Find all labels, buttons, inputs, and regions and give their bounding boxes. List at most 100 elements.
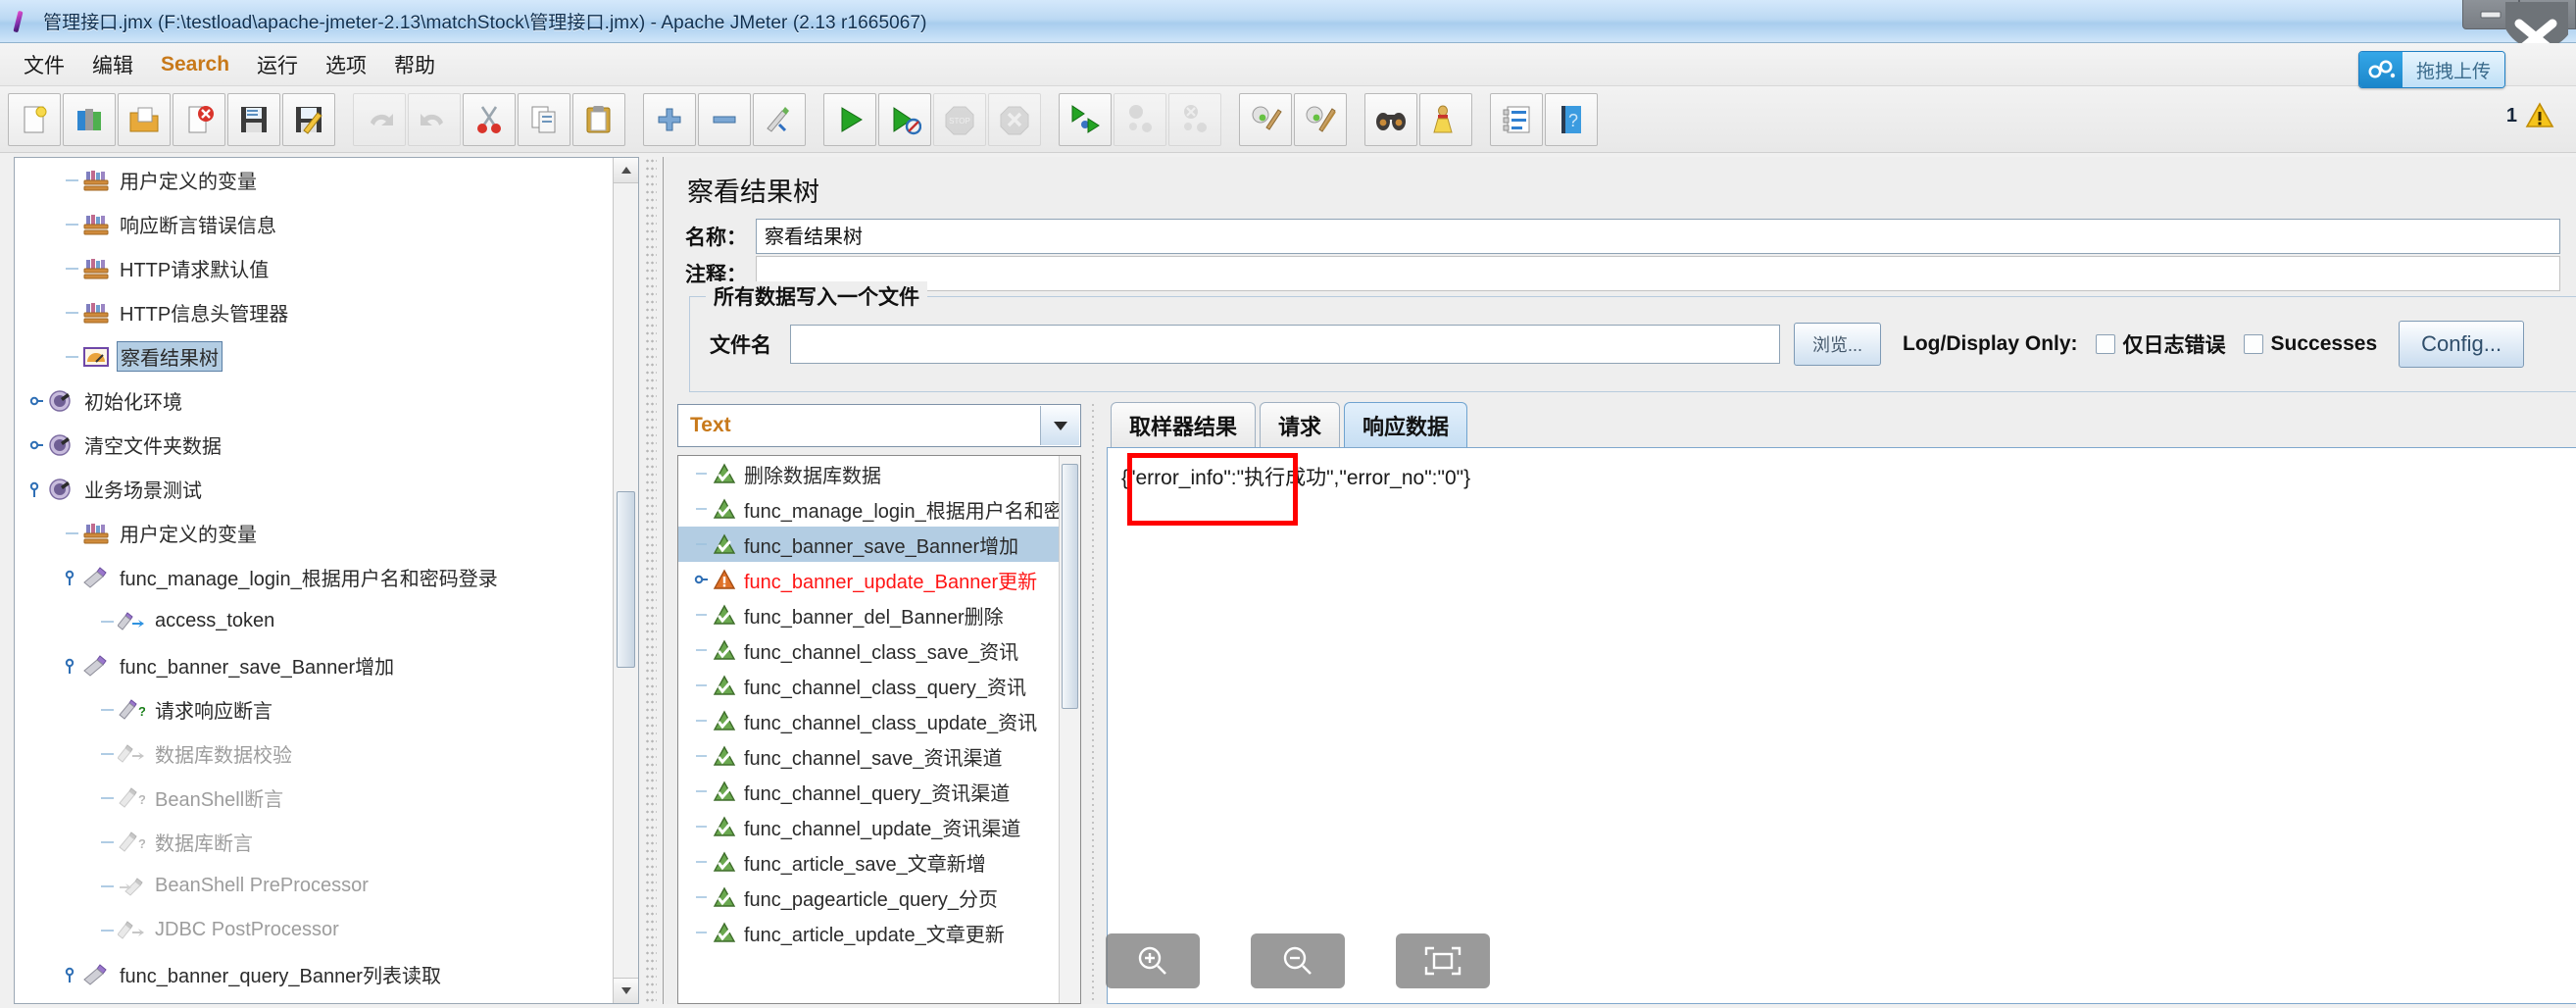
tree-node[interactable]: 业务场景测试	[15, 467, 613, 511]
chevron-down-icon[interactable]	[1040, 406, 1079, 445]
result-list-item[interactable]: func_pagearticle_query_分页	[678, 880, 1080, 915]
tree-node[interactable]: func_banner_query_Banner列表读取	[15, 952, 613, 996]
start-button[interactable]	[823, 92, 876, 146]
results-list[interactable]: 删除数据库数据 func_manage_login_根据用户名和密码登录 func_…	[677, 455, 1081, 1004]
filename-input[interactable]	[790, 325, 1780, 364]
tree-node[interactable]: 用户定义的变量	[15, 511, 613, 555]
search-button[interactable]	[1364, 92, 1417, 146]
tab-sampler-result[interactable]: 取样器结果	[1111, 402, 1257, 447]
help-button[interactable]: ?	[1545, 92, 1598, 146]
test-plan-tree[interactable]: 用户定义的变量 响应断言错误信息 HTTP请求默认值 HTTP信息头管理器 察看结果树初…	[15, 158, 613, 1003]
successes-checkbox-wrap[interactable]: Successes	[2243, 332, 2377, 356]
start-remote-all-button[interactable]	[1059, 92, 1112, 146]
result-list-item[interactable]: func_banner_save_Banner增加	[678, 527, 1080, 562]
menu-file[interactable]: 文件	[10, 47, 78, 82]
new-test-plan-button[interactable]	[8, 92, 61, 146]
result-list-item[interactable]: func_channel_save_资讯渠道	[678, 738, 1080, 774]
paste-button[interactable]	[572, 92, 625, 146]
tree-scroll-up-arrow[interactable]	[614, 158, 638, 183]
menu-edit[interactable]: 编辑	[78, 47, 147, 82]
results-vertical-scrollbar[interactable]	[1059, 456, 1080, 1003]
fit-screen-button[interactable]	[1396, 933, 1490, 988]
result-list-item[interactable]: func_banner_update_Banner更新	[678, 562, 1080, 597]
close-document-button[interactable]	[173, 92, 225, 146]
tree-scroll-down-arrow[interactable]	[614, 978, 638, 1003]
tree-scroll-thumb[interactable]	[617, 491, 635, 668]
tree-node[interactable]: HTTP请求默认值	[15, 246, 613, 290]
collapse-all-button[interactable]	[698, 92, 751, 146]
tree-node[interactable]: func_banner_save_Banner增加	[15, 643, 613, 687]
tree-vertical-scrollbar[interactable]	[613, 158, 638, 1003]
result-list-item[interactable]: func_channel_update_资讯渠道	[678, 809, 1080, 844]
config-button[interactable]: Config...	[2399, 321, 2525, 368]
tree-node[interactable]: 察看结果树	[15, 334, 613, 378]
response-data-body[interactable]: {"error_info":"执行成功","error_no":"0"}	[1107, 447, 2576, 1004]
templates-button[interactable]	[63, 92, 116, 146]
drag-upload-badge[interactable]: 拖拽上传	[2357, 51, 2505, 88]
tree-node[interactable]: BeanShell PreProcessor	[15, 864, 613, 908]
zoom-out-button[interactable]	[1251, 933, 1345, 988]
expand-all-button[interactable]	[643, 92, 696, 146]
tree-node[interactable]: ? 数据库断言	[15, 820, 613, 864]
tree-toggle-icon[interactable]	[28, 481, 46, 497]
results-detail-splitter[interactable]	[1087, 404, 1099, 1004]
tree-node[interactable]: ? 请求响应断言	[15, 687, 613, 731]
menu-options[interactable]: 选项	[312, 47, 380, 82]
minimize-button[interactable]	[2462, 0, 2519, 29]
browse-button[interactable]: 浏览...	[1794, 323, 1882, 366]
undo-button[interactable]	[353, 92, 406, 146]
errors-checkbox[interactable]	[2095, 334, 2115, 354]
tree-toggle-icon[interactable]	[64, 570, 81, 585]
clear-all-button[interactable]	[1294, 92, 1347, 146]
successes-checkbox[interactable]	[2243, 334, 2263, 354]
shutdown-remote-all-button[interactable]	[1168, 92, 1221, 146]
tree-node[interactable]: 数据库数据校验	[15, 731, 613, 776]
copy-button[interactable]	[518, 92, 570, 146]
name-input[interactable]: 察看结果树	[756, 219, 2560, 254]
tree-node[interactable]: 初始化环境	[15, 378, 613, 423]
menu-search[interactable]: Search	[147, 50, 243, 79]
open-button[interactable]	[118, 92, 171, 146]
toggle-button[interactable]	[753, 92, 806, 146]
tab-response-data[interactable]: 响应数据	[1344, 402, 1468, 447]
result-list-item[interactable]: func_banner_del_Banner删除	[678, 597, 1080, 632]
tree-node[interactable]: HTTP信息头管理器	[15, 290, 613, 334]
result-toggle-icon[interactable]	[692, 572, 712, 587]
stop-remote-all-button[interactable]	[1114, 92, 1166, 146]
tree-node[interactable]: access_token	[15, 599, 613, 643]
start-no-timers-button[interactable]	[878, 92, 931, 146]
shutdown-button[interactable]	[988, 92, 1041, 146]
result-list-item[interactable]: func_article_update_文章更新	[678, 915, 1080, 950]
tree-toggle-icon[interactable]	[28, 393, 46, 409]
cut-button[interactable]	[463, 92, 516, 146]
horizontal-splitter[interactable]	[645, 157, 657, 1004]
comment-input[interactable]	[756, 256, 2560, 291]
tree-node[interactable]: JDBC PostProcessor	[15, 908, 613, 952]
zoom-in-button[interactable]	[1106, 933, 1200, 988]
tree-node[interactable]: 响应断言错误信息	[15, 202, 613, 246]
tree-node[interactable]: func_manage_login_根据用户名和密码登录	[15, 555, 613, 599]
result-list-item[interactable]: func_channel_class_query_资讯	[678, 668, 1080, 703]
tree-toggle-icon[interactable]	[64, 967, 81, 983]
menu-help[interactable]: 帮助	[380, 47, 449, 82]
result-list-item[interactable]: func_manage_login_根据用户名和密码登录	[678, 491, 1080, 527]
result-list-item[interactable]: func_article_save_文章新增	[678, 844, 1080, 880]
save-button[interactable]	[227, 92, 280, 146]
tab-request[interactable]: 请求	[1260, 402, 1341, 447]
warning-indicator[interactable]: 1	[2506, 102, 2554, 129]
search-reset-button[interactable]	[1419, 92, 1472, 146]
result-list-item[interactable]: func_channel_class_update_资讯	[678, 703, 1080, 738]
tree-toggle-icon[interactable]	[64, 658, 81, 674]
tree-node[interactable]: 用户定义的变量	[15, 996, 613, 1003]
clear-button[interactable]	[1239, 92, 1292, 146]
menu-run[interactable]: 运行	[243, 47, 312, 82]
results-scroll-thumb[interactable]	[1062, 464, 1078, 709]
tree-node[interactable]: ? BeanShell断言	[15, 776, 613, 820]
save-as-button[interactable]	[282, 92, 335, 146]
result-list-item[interactable]: func_channel_class_save_资讯	[678, 632, 1080, 668]
stop-button[interactable]: STOP	[933, 92, 986, 146]
tree-node[interactable]: 清空文件夹数据	[15, 423, 613, 467]
result-list-item[interactable]: func_channel_query_资讯渠道	[678, 774, 1080, 809]
tree-node[interactable]: 用户定义的变量	[15, 158, 613, 202]
render-selector[interactable]: Text	[677, 404, 1081, 447]
